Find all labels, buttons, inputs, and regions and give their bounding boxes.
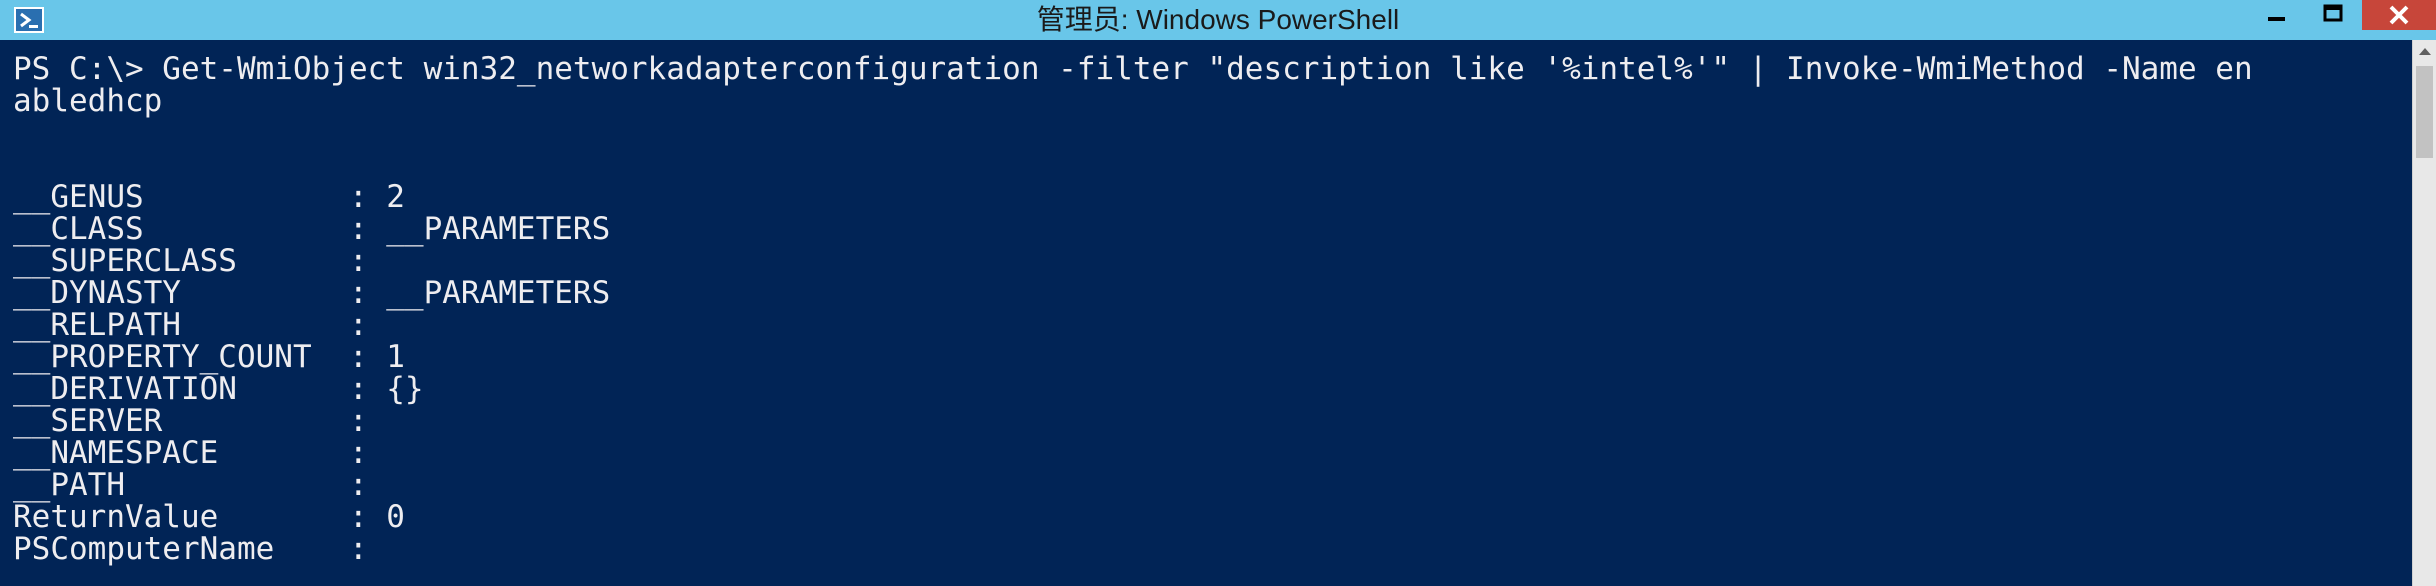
vertical-scrollbar[interactable] xyxy=(2412,40,2436,586)
console-output[interactable]: PS C:\> Get-WmiObject win32_networkadapt… xyxy=(0,40,2412,586)
output-line-pscomputername: PSComputerName : xyxy=(13,531,368,567)
title-bar[interactable]: 管理员: Windows PowerShell xyxy=(0,0,2436,40)
output-line-property-count: __PROPERTY_COUNT : 1 xyxy=(13,339,405,375)
scroll-up-arrow-icon xyxy=(2419,48,2431,55)
output-line-relpath: __RELPATH : xyxy=(13,307,368,343)
maximize-icon xyxy=(2323,4,2343,22)
minimize-button[interactable] xyxy=(2250,0,2304,30)
window-title: 管理员: Windows PowerShell xyxy=(1036,4,1400,35)
maximize-button[interactable] xyxy=(2306,0,2360,30)
output-line-class: __CLASS : __PARAMETERS xyxy=(13,211,611,247)
output-line-returnvalue: ReturnValue : 0 xyxy=(13,499,405,535)
scroll-up-button[interactable] xyxy=(2413,40,2436,64)
output-line-server: __SERVER : xyxy=(13,403,368,439)
output-line-superclass: __SUPERCLASS : xyxy=(13,243,368,279)
output-line-derivation: __DERIVATION : {} xyxy=(13,371,424,407)
close-button[interactable] xyxy=(2362,0,2436,30)
output-line-genus: __GENUS : 2 xyxy=(13,179,405,215)
output-line-path: __PATH : xyxy=(13,467,368,503)
output-line-namespace: __NAMESPACE : xyxy=(13,435,368,471)
output-line-dynasty: __DYNASTY : __PARAMETERS xyxy=(13,275,611,311)
command-line-wrap: abledhcp xyxy=(13,83,163,119)
scrollbar-thumb[interactable] xyxy=(2416,66,2433,158)
close-icon xyxy=(2389,5,2409,25)
minimize-icon xyxy=(2268,17,2285,21)
command-line: PS C:\> Get-WmiObject win32_networkadapt… xyxy=(13,51,2253,87)
